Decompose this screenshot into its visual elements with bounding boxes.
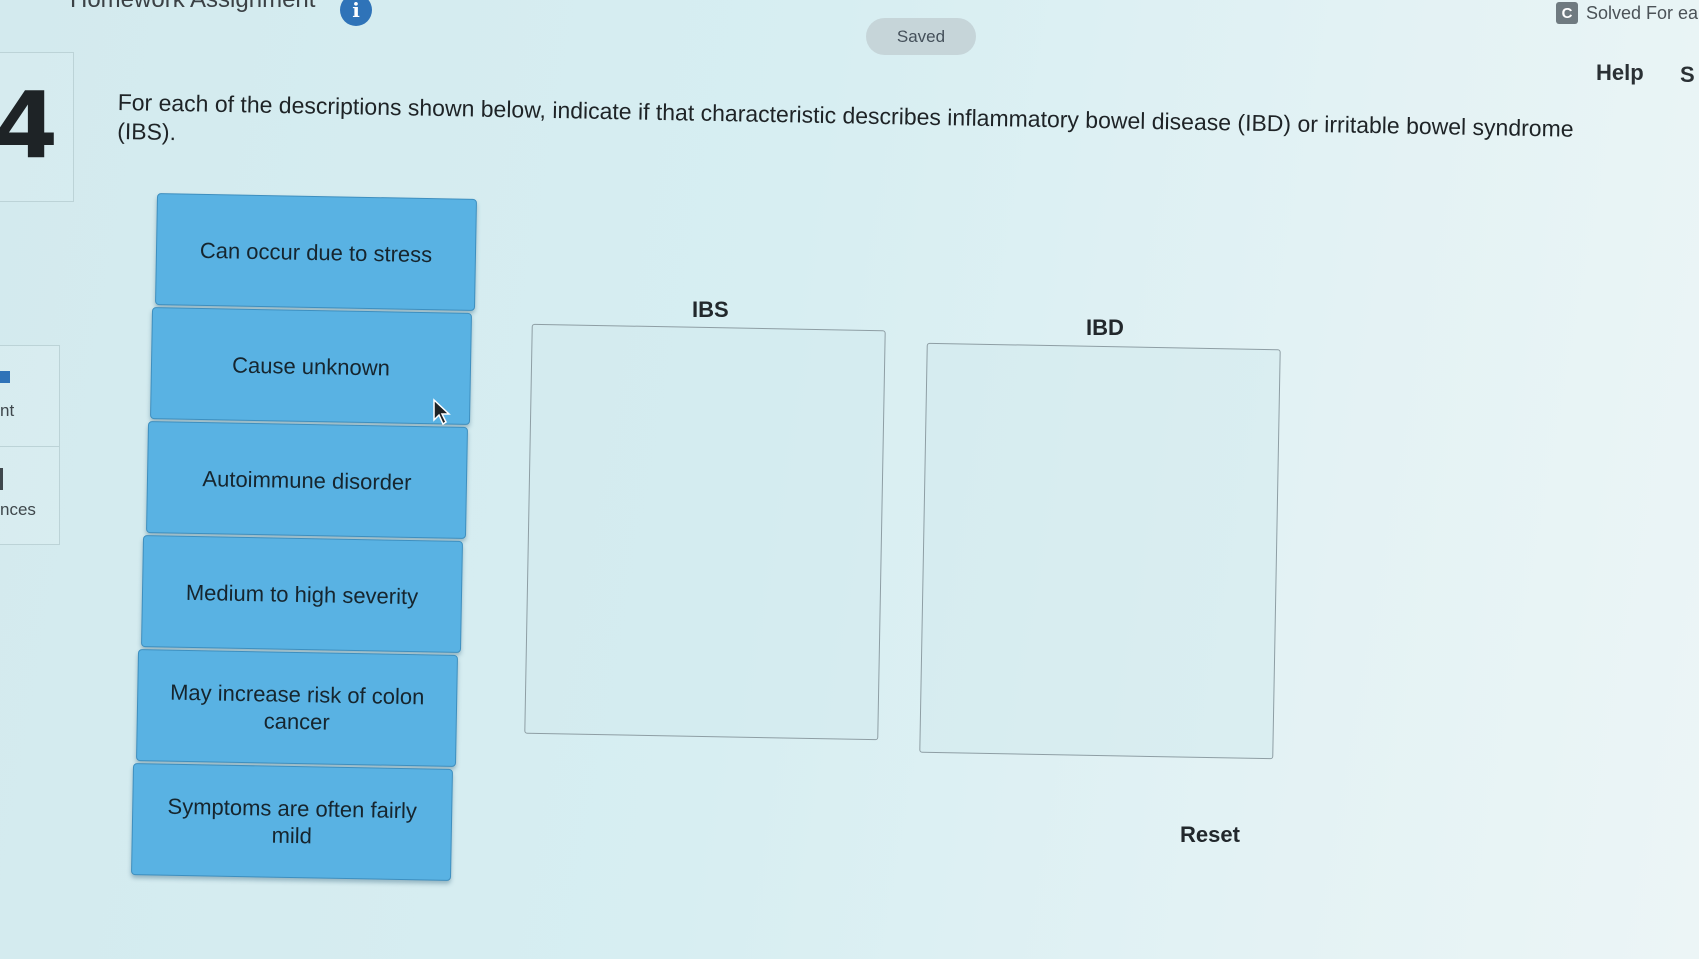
assignment-title: Homework Assignment — [70, 0, 315, 14]
bin-label-ibs: IBS — [692, 297, 729, 322]
active-tab-marker — [0, 371, 10, 383]
header-link-s[interactable]: S — [1680, 62, 1695, 88]
drop-zone-ibs[interactable] — [524, 323, 886, 741]
info-icon[interactable]: i — [340, 0, 372, 26]
side-tab-divider — [0, 446, 60, 447]
question-prompt: For each of the descriptions shown below… — [116, 88, 1574, 146]
top-bar: Homework Assignment i Saved C Solved For… — [0, 0, 1699, 87]
drag-card-colon-cancer[interactable]: May increase risk of colon cancer — [136, 649, 458, 767]
question-number: 4 — [0, 72, 59, 179]
solved-browser-tab[interactable]: C Solved For ea — [1556, 0, 1698, 26]
side-tab-2[interactable]: nces — [0, 500, 36, 520]
drag-card-cause-unknown[interactable]: Cause unknown — [150, 307, 472, 425]
drag-card-stress[interactable]: Can occur due to stress — [155, 193, 477, 311]
mouse-cursor-icon — [433, 398, 451, 426]
side-tab-1[interactable]: nt — [0, 401, 14, 421]
side-tab-panel: nt nces — [0, 345, 60, 545]
drag-card-autoimmune[interactable]: Autoimmune disorder — [146, 421, 468, 539]
chegg-logo-icon: C — [1556, 2, 1578, 24]
solved-tab-label: Solved For ea — [1586, 2, 1699, 23]
drag-card-severity[interactable]: Medium to high severity — [141, 535, 463, 653]
drag-card-mild-symptoms[interactable]: Symptoms are often fairly mild — [131, 763, 453, 881]
drop-zone-ibd[interactable] — [919, 342, 1281, 760]
bin-label-ibd: IBD — [1086, 315, 1124, 340]
reset-button[interactable]: Reset — [1180, 822, 1240, 848]
saved-status-badge: Saved — [866, 18, 976, 55]
help-link[interactable]: Help — [1596, 60, 1644, 86]
side-tab-icon — [0, 468, 3, 490]
